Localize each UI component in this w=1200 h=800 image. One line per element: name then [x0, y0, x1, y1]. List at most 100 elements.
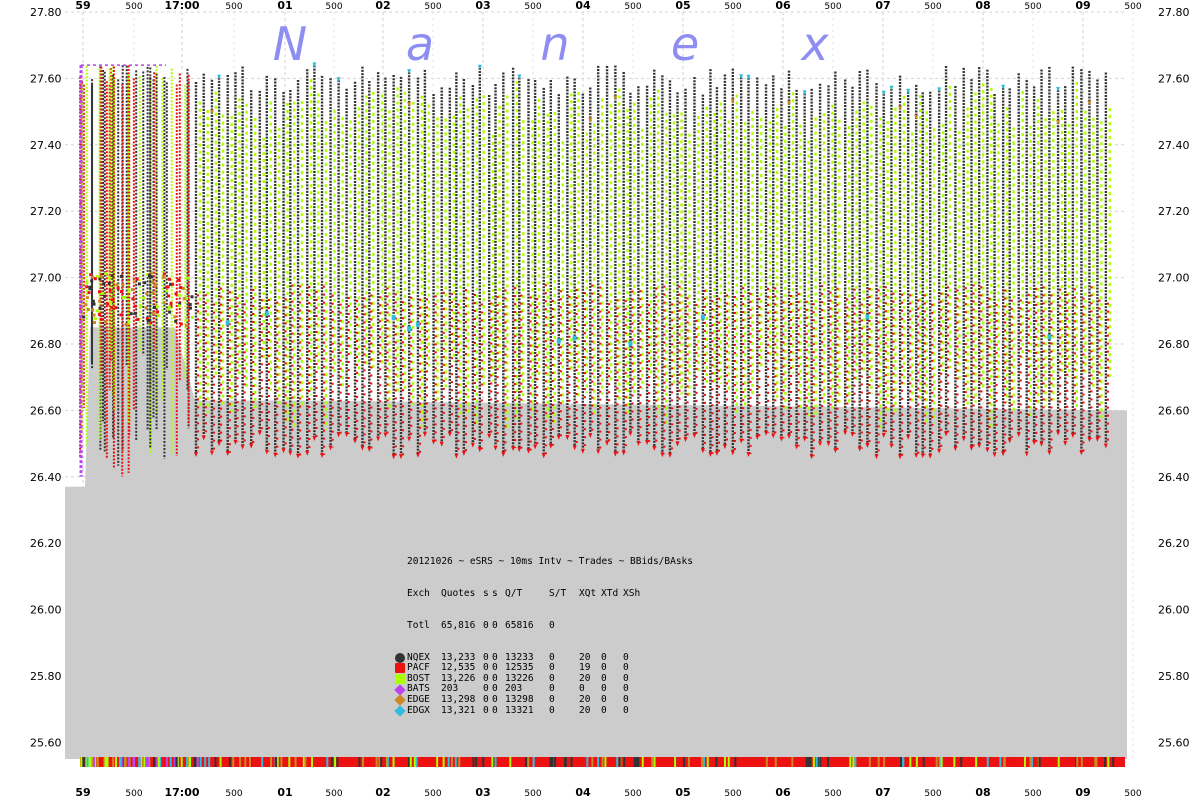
early-band-dot: [153, 284, 157, 287]
trade-strip-tick: [601, 757, 604, 767]
trade-strip-tick: [407, 757, 410, 767]
x-minor-tick-label-top: 500: [424, 2, 441, 12]
legend: 20121026 ~ eSRS ~ 10ms Intv ~ Trades ~ B…: [394, 536, 693, 727]
edgx-arrow: [802, 90, 807, 96]
y-tick-label-left: 27.20: [30, 205, 62, 218]
edgx-arrow: [407, 69, 412, 75]
x-minor-tick-label-bottom: 500: [225, 789, 242, 799]
legend-total-s2: 0: [492, 619, 498, 631]
early-band-dot: [124, 323, 128, 327]
brand-letter: n: [540, 17, 569, 71]
x-tick-label-top: 03: [475, 0, 490, 12]
legend-rows: NQEX 13,233 0 0 13233 0 20 0 0 PACF 12,535 0 0 12535 0…: [394, 652, 693, 717]
trade-strip-tick: [244, 757, 247, 767]
early-band-dot: [152, 305, 156, 309]
x-tick-label-top: 09: [1075, 0, 1090, 12]
trade-strip-tick: [909, 757, 912, 767]
trade-strip-tick: [734, 757, 737, 767]
early-band-dot: [116, 286, 120, 290]
early-band-dot: [90, 279, 94, 283]
early-band-dot: [99, 274, 103, 278]
trade-strip-tick: [809, 757, 812, 767]
trade-strip-tick: [922, 757, 925, 767]
y-tick-label-right: 25.60: [1158, 736, 1190, 749]
edge-arrow: [787, 100, 792, 106]
edgx-arrow: [937, 87, 942, 93]
early-band-dot: [92, 313, 96, 317]
edgx-arrow: [746, 74, 751, 80]
trade-strip-tick: [641, 757, 644, 767]
trade-strip-tick: [115, 757, 118, 767]
y-tick-label-left: 25.80: [30, 670, 62, 683]
legend-cell-s1: 0: [483, 693, 489, 705]
trade-strip-tick: [883, 757, 886, 767]
legend-cell-st: 0: [549, 693, 555, 705]
brand-letter: e: [671, 17, 699, 71]
legend-swatch-pacf: [395, 663, 405, 674]
trade-strip-tick-early: [147, 757, 150, 767]
x-minor-tick-label-top: 500: [325, 2, 342, 12]
x-tick-label-top: 01: [277, 0, 292, 12]
early-band-dot: [168, 310, 172, 314]
early-band-dot: [188, 303, 192, 307]
legend-cell-xsh: 0: [623, 704, 629, 716]
y-tick-label-left: 26.20: [30, 537, 62, 550]
x-minor-tick-label-top: 500: [1124, 2, 1141, 12]
early-band-dot: [182, 297, 186, 301]
trade-strip-tick: [140, 757, 143, 767]
y-tick-label-right: 26.40: [1158, 471, 1190, 484]
edge-arrow: [898, 105, 903, 111]
trade-strip-tick: [208, 757, 211, 767]
trade-strip-tick: [986, 757, 989, 767]
early-band-dot: [87, 291, 91, 295]
early-band-dot: [137, 282, 141, 286]
x-minor-tick-label-top: 500: [924, 2, 941, 12]
trade-strip-tick: [249, 757, 252, 767]
trade-strip-tick: [597, 757, 600, 767]
trade-strip-tick: [812, 757, 815, 767]
early-band-dot: [147, 274, 151, 278]
y-tick-label-left: 27.60: [30, 72, 62, 85]
trade-strip-tick: [82, 757, 85, 767]
trade-strip-tick: [683, 757, 686, 767]
trade-strip-tick: [975, 757, 978, 767]
early-band-dot: [184, 324, 188, 328]
early-band-dot: [142, 296, 146, 300]
trade-strip-tick: [112, 757, 115, 767]
legend-row-pacf: PACF 12,535 0 0 12535 0 19 0 0: [395, 663, 693, 674]
trade-strip-tick: [358, 757, 361, 767]
trade-strip-tick-early: [165, 757, 168, 767]
legend-cell-qt: 13321: [505, 704, 534, 716]
legend-header-exch: Exch: [407, 587, 430, 599]
early-band-dot: [185, 318, 189, 322]
x-tick-label-bottom: 07: [875, 786, 890, 799]
trade-strip-tick-early: [93, 757, 96, 767]
trade-strip-tick: [288, 757, 291, 767]
brand-letter: N: [273, 17, 307, 71]
trade-strip-tick: [380, 757, 383, 767]
early-band-dot: [131, 297, 135, 301]
trade-strip-tick-early: [196, 757, 199, 767]
early-band-dot: [157, 314, 161, 318]
x-tick-label-bottom: 08: [975, 786, 990, 799]
early-band-dot: [86, 308, 90, 312]
trade-strip-tick: [509, 757, 512, 767]
trade-strip-tick: [89, 757, 92, 767]
early-band-dot: [88, 287, 92, 291]
early-band-dot: [169, 301, 173, 305]
trade-strip-tick-early: [86, 757, 89, 767]
early-band-dot: [165, 289, 169, 293]
trade-strip-tick-early: [180, 757, 183, 767]
legend-cell-xqt: 20: [579, 704, 591, 716]
early-band-dot: [110, 305, 114, 309]
early-band-dot: [98, 299, 102, 303]
edgx-arrow: [881, 90, 886, 96]
early-band-dot: [162, 272, 166, 276]
trade-strip-tick: [458, 757, 461, 767]
trade-strip-tick: [723, 757, 726, 767]
legend-cell-s2: 0: [492, 704, 498, 716]
early-band-dot: [188, 306, 192, 310]
trade-strip-tick-early: [169, 757, 172, 767]
trade-strip-tick: [715, 757, 718, 767]
trade-strip-tick: [204, 757, 207, 767]
